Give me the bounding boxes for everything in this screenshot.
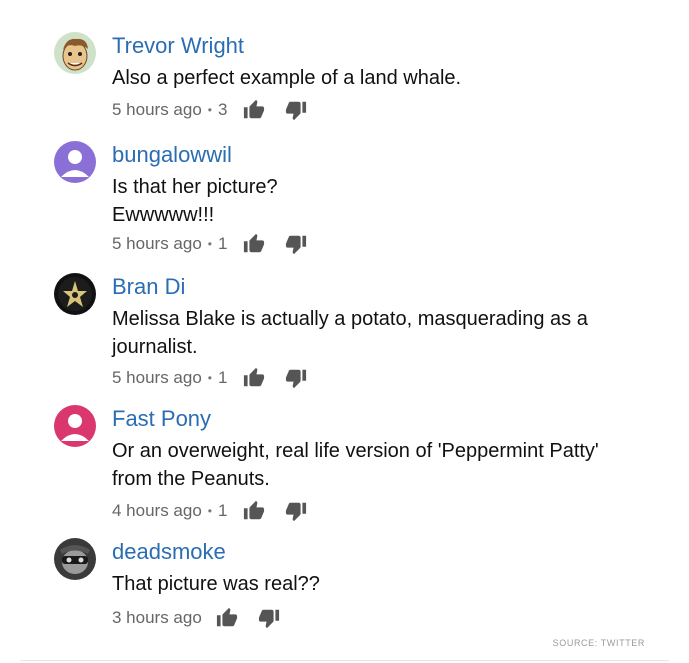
comment-text: Melissa Blake is actually a potato, masq… [112,308,588,358]
comment-time: 4 hours ago [112,501,202,520]
comment-text: Or an overweight, real life version of '… [112,440,599,490]
thumbs-down-icon[interactable] [285,367,307,389]
avatar[interactable] [54,32,96,74]
thumbs-up-icon[interactable] [243,99,265,121]
avatar[interactable] [54,141,96,183]
thumbs-down-icon[interactable] [258,607,280,629]
thumbs-up-icon[interactable] [243,367,265,389]
thumbs-down-icon[interactable] [285,500,307,522]
default-user-avatar-icon [54,405,96,447]
comment-author[interactable]: deadsmoke [112,538,226,566]
like-count: 1 [218,501,228,520]
comment-time: 5 hours ago [112,368,202,387]
comment-author[interactable]: Trevor Wright [112,32,244,60]
thumbs-up-icon[interactable] [243,233,265,255]
comment-meta: 3 hours ago [112,606,280,630]
thumbs-down-icon[interactable] [285,99,307,121]
source-credit: SOURCE: TWITTER [552,638,645,648]
comment-meta: 5 hours ago • 1 [112,366,307,390]
comment-text: Also a perfect example of a land whale. [112,67,462,89]
separator-dot: • [207,504,212,518]
avatar[interactable] [54,538,96,580]
like-count: 3 [218,100,228,119]
comment-time: 5 hours ago [112,234,202,253]
comment-author[interactable]: Fast Pony [112,405,211,433]
comment-author[interactable]: Bran Di [112,273,185,301]
like-count: 1 [218,368,228,387]
comment-meta: 5 hours ago • 3 [112,98,307,122]
cartoon-face-avatar-icon [54,32,96,74]
thumbs-down-icon[interactable] [285,233,307,255]
divider [20,660,669,661]
comment-text: Is that her picture? Ewwwww!!! [112,176,278,226]
comment-time: 5 hours ago [112,100,202,119]
avatar[interactable] [54,273,96,315]
default-user-avatar-icon [54,141,96,183]
comment-text: That picture was real?? [112,573,320,595]
thumbs-up-icon[interactable] [243,500,265,522]
separator-dot: • [207,371,212,385]
dark-emblem-avatar-icon [54,273,96,315]
like-count: 1 [218,234,228,253]
comment-time: 3 hours ago [112,608,202,627]
comment-meta: 4 hours ago • 1 [112,499,307,523]
comment-screenshot: Trevor Wright Also a perfect example of … [0,0,689,663]
avatar[interactable] [54,405,96,447]
comment-author[interactable]: bungalowwil [112,141,232,169]
separator-dot: • [207,103,212,117]
thumbs-up-icon[interactable] [216,607,238,629]
separator-dot: • [207,237,212,251]
photo-avatar-icon [54,538,96,580]
comment-meta: 5 hours ago • 1 [112,232,307,256]
